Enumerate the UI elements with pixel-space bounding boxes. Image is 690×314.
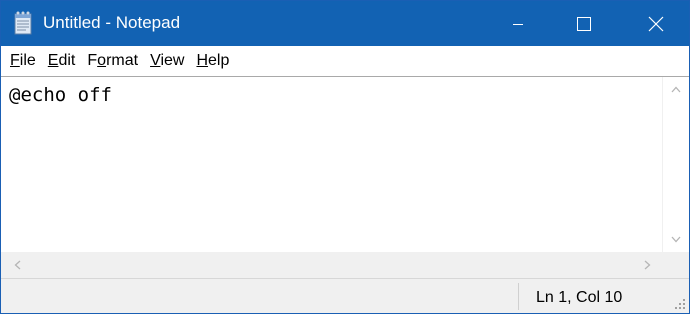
menu-bar: File Edit Format View Help xyxy=(1,46,689,76)
menu-edit[interactable]: Edit xyxy=(42,51,82,71)
title-bar[interactable]: Untitled - Notepad xyxy=(1,1,689,46)
menu-format[interactable]: Format xyxy=(81,51,144,71)
menu-file[interactable]: File xyxy=(4,51,42,71)
scrollbar-corner xyxy=(662,252,689,277)
minimize-icon xyxy=(513,23,523,25)
notepad-window: Untitled - Notepad File Edit Format View… xyxy=(0,0,690,314)
close-button[interactable] xyxy=(633,1,679,46)
editor-text[interactable]: @echo off xyxy=(9,83,112,107)
status-divider xyxy=(518,283,519,310)
scroll-down-button[interactable] xyxy=(663,227,689,251)
scroll-left-button[interactable] xyxy=(9,252,25,277)
menu-help[interactable]: Help xyxy=(190,51,235,71)
scroll-right-button[interactable] xyxy=(639,252,655,277)
cursor-position: Ln 1, Col 10 xyxy=(536,289,623,306)
window-title: Untitled - Notepad xyxy=(43,13,181,32)
chevron-right-icon xyxy=(644,260,650,269)
minimize-button[interactable] xyxy=(495,1,541,46)
status-bar: Ln 1, Col 10 xyxy=(1,278,689,313)
chevron-left-icon xyxy=(14,260,20,269)
maximize-icon xyxy=(577,16,591,31)
vertical-scrollbar[interactable] xyxy=(662,77,689,252)
close-icon xyxy=(648,16,664,31)
maximize-button[interactable] xyxy=(561,1,607,46)
resize-grip-icon[interactable] xyxy=(673,297,687,311)
chevron-down-icon xyxy=(671,236,681,242)
notepad-icon[interactable] xyxy=(12,11,34,35)
editor-area[interactable]: @echo off xyxy=(1,76,689,277)
scroll-up-button[interactable] xyxy=(663,77,689,101)
horizontal-scrollbar[interactable] xyxy=(1,252,662,277)
menu-view[interactable]: View xyxy=(144,51,190,71)
chevron-up-icon xyxy=(671,86,681,92)
